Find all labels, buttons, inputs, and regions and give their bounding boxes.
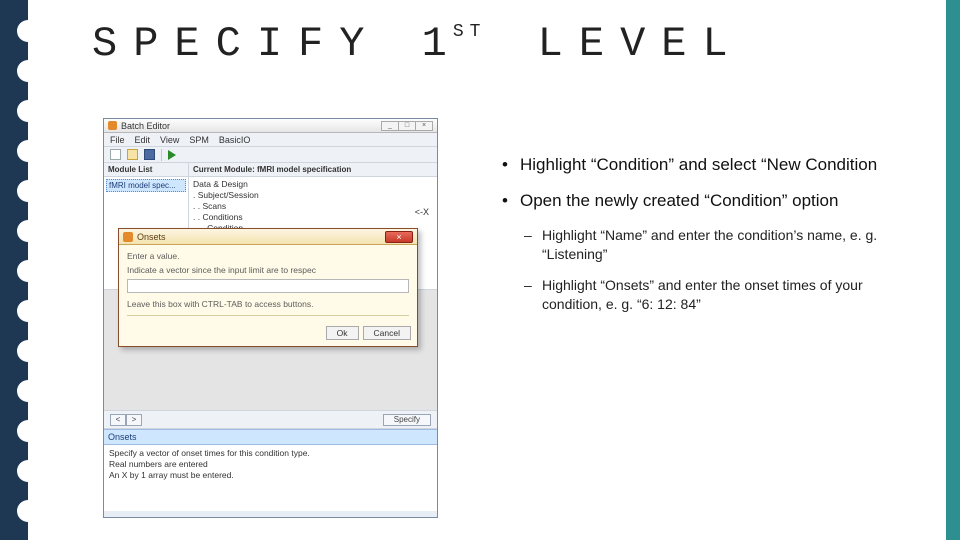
module-list-head: Module List [104, 163, 188, 177]
title-post: LEVEL [496, 20, 743, 68]
toolbar-divider [161, 149, 162, 161]
run-icon[interactable] [168, 150, 176, 160]
left-accent-bar [0, 0, 28, 540]
save-icon[interactable] [144, 149, 155, 160]
help-body: Specify a vector of onset times for this… [104, 445, 437, 511]
window-title: Batch Editor [121, 121, 170, 131]
app-icon [108, 121, 117, 130]
module-list-item[interactable]: fMRI model spec... [106, 179, 186, 192]
tree-row[interactable]: Data & Design [193, 179, 433, 190]
tree-row[interactable]: . . Conditions [193, 212, 433, 223]
window-minimize-button[interactable]: _ [381, 121, 399, 131]
dialog-text: Enter a value. [127, 251, 409, 261]
menubar: File Edit View SPM BasicIO [104, 133, 437, 147]
right-accent-bar [946, 0, 960, 540]
toolbar [104, 147, 437, 163]
bullet-level1: Open the newly created “Condition” optio… [500, 190, 920, 212]
slide: SPECIFY 1ST LEVEL Batch Editor _ □ × Fil… [0, 0, 960, 540]
fx-label: <-X [415, 207, 429, 217]
onsets-dialog: Onsets × Enter a value. Indicate a vecto… [118, 228, 418, 347]
title-sup: ST [453, 22, 487, 42]
dialog-text: Leave this box with CTRL-TAB to access b… [127, 299, 409, 309]
current-module-head: Current Module: fMRI model specification [189, 163, 437, 177]
next-button[interactable]: > [126, 414, 142, 426]
dialog-ok-button[interactable]: Ok [326, 326, 359, 340]
dialog-close-button[interactable]: × [385, 231, 413, 243]
help-header: Onsets [104, 429, 437, 445]
tree-row[interactable]: . Subject/Session [193, 190, 433, 201]
slide-title: SPECIFY 1ST LEVEL [92, 20, 744, 68]
bullet-level2: Highlight “Onsets” and enter the onset t… [500, 276, 920, 314]
menu-edit[interactable]: Edit [135, 135, 151, 145]
title-pre: SPECIFY 1 [92, 20, 463, 68]
open-icon[interactable] [127, 149, 138, 160]
dialog-text: Indicate a vector since the input limit … [127, 265, 409, 275]
help-line: An X by 1 array must be entered. [109, 470, 432, 481]
window-maximize-button[interactable]: □ [398, 121, 416, 131]
bottom-button-bar: < > Specify [104, 411, 437, 429]
specify-button[interactable]: Specify [383, 414, 431, 426]
new-icon[interactable] [110, 149, 121, 160]
bullet-level1: Highlight “Condition” and select “New Co… [500, 154, 920, 176]
dialog-divider [127, 315, 409, 316]
dialog-cancel-button[interactable]: Cancel [363, 326, 411, 340]
dialog-title: Onsets [137, 232, 166, 242]
menu-basicio[interactable]: BasicIO [219, 135, 251, 145]
help-line: Real numbers are entered [109, 459, 432, 470]
help-line: Specify a vector of onset times for this… [109, 448, 432, 459]
tree-row[interactable]: . . Scans [193, 201, 433, 212]
window-close-button[interactable]: × [415, 121, 433, 131]
notes: Highlight “Condition” and select “New Co… [500, 154, 920, 326]
bullet-level2: Highlight “Name” and enter the condition… [500, 226, 920, 264]
window-titlebar: Batch Editor _ □ × [104, 119, 437, 133]
dialog-input[interactable] [127, 279, 409, 293]
menu-spm[interactable]: SPM [189, 135, 209, 145]
app-icon [123, 232, 133, 242]
menu-file[interactable]: File [110, 135, 125, 145]
menu-view[interactable]: View [160, 135, 179, 145]
prev-button[interactable]: < [110, 414, 126, 426]
dialog-titlebar: Onsets × [119, 229, 417, 245]
